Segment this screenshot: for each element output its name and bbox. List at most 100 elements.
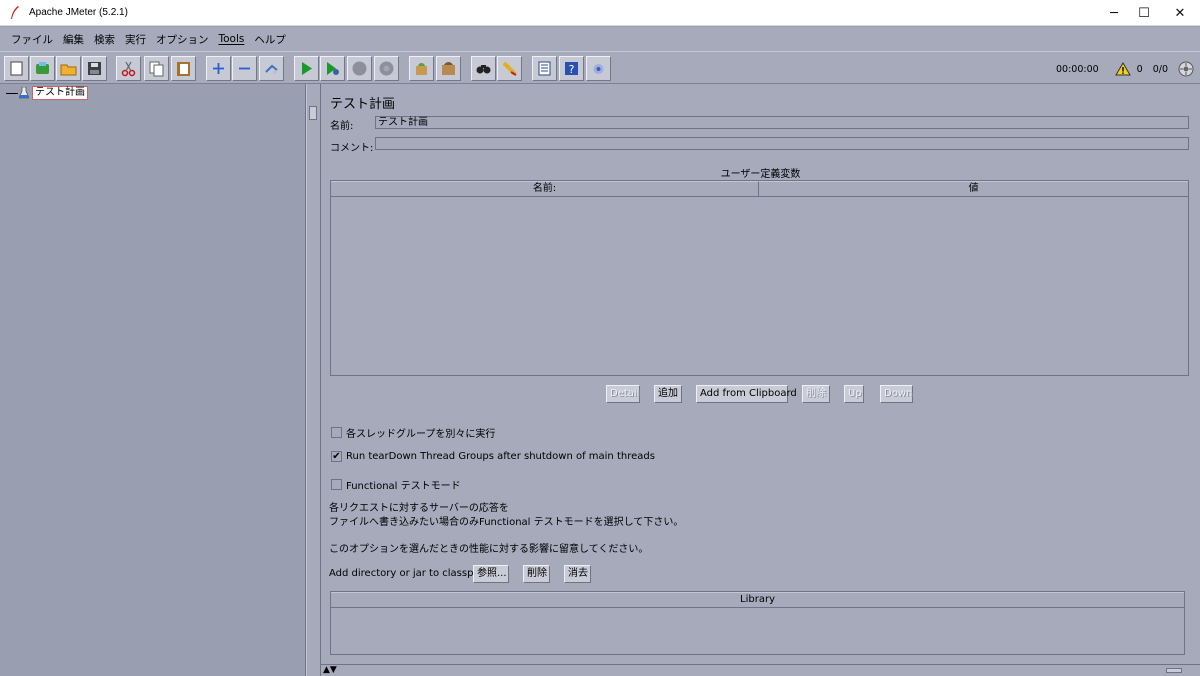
divider-grip[interactable] <box>309 106 317 120</box>
test-plan-icon <box>19 87 29 99</box>
toggle-button[interactable] <box>259 56 284 81</box>
collapse-icon <box>239 67 250 70</box>
test-plan-tree[interactable]: テスト計画 <box>0 84 306 676</box>
start-no-pause-button[interactable] <box>320 56 345 81</box>
functional-mode-option[interactable]: Functional テストモード <box>331 477 461 492</box>
functional-note-line-2: ファイルへ書き込みたい場合のみFunctional テストモードを選択して下さい… <box>329 517 684 528</box>
shutdown-icon <box>379 61 394 76</box>
panel-title: テスト計画 <box>330 97 396 112</box>
functional-note-line-1: 各リクエストに対するサーバーの応答を <box>329 503 509 514</box>
save-button[interactable] <box>82 56 107 81</box>
collapse-all-button[interactable] <box>232 56 257 81</box>
copy-icon <box>149 61 164 77</box>
remote-button[interactable] <box>586 56 611 81</box>
comment-input[interactable] <box>375 137 1189 150</box>
maximize-button[interactable]: ☐ <box>1124 0 1164 26</box>
toggle-icon <box>265 64 278 74</box>
run-groups-consecutively-checkbox[interactable] <box>331 427 342 438</box>
user-variables-table[interactable]: 名前: 値 <box>330 180 1189 376</box>
functional-mode-label: Functional テストモード <box>346 481 461 492</box>
reset-search-button[interactable] <box>497 56 522 81</box>
panel-scrollbar[interactable]: ▲▼ <box>321 664 1200 676</box>
library-table-header: Library <box>331 592 1184 608</box>
clear-all-button[interactable] <box>436 56 461 81</box>
templates-icon <box>36 62 49 74</box>
cut-button[interactable] <box>116 56 141 81</box>
teardown-after-shutdown-option[interactable]: ✔ Run tearDown Thread Groups after shutd… <box>331 451 655 462</box>
expand-all-button[interactable] <box>206 56 231 81</box>
search-button[interactable] <box>471 56 496 81</box>
open-button[interactable] <box>56 56 81 81</box>
help-button[interactable]: ? <box>559 56 584 81</box>
functional-note-line-3: このオプションを選んだときの性能に対する影響に留意してください。 <box>329 544 649 555</box>
classpath-clear-button[interactable]: 消去 <box>564 565 591 583</box>
clear-all-icon <box>442 62 455 75</box>
paste-icon <box>177 62 190 76</box>
scroll-thumb[interactable] <box>1166 668 1182 673</box>
user-variables-title: ユーザー定義変数 <box>720 169 801 180</box>
menu-run[interactable]: 実行 <box>120 32 151 47</box>
start-no-pause-icon <box>327 62 339 75</box>
cut-icon <box>121 61 136 77</box>
down-button[interactable]: Down <box>880 385 913 403</box>
comment-label: コメント: <box>330 143 374 154</box>
menu-search[interactable]: 検索 <box>89 32 120 47</box>
remote-status-icon <box>1178 61 1194 77</box>
title-bar: Apache JMeter (5.2.1) ─ ☐ ✕ <box>0 0 1200 26</box>
remote-icon <box>593 64 604 74</box>
help-icon: ? <box>565 62 578 76</box>
column-header-library[interactable]: Library <box>331 592 1184 607</box>
column-header-name[interactable]: 名前: <box>331 181 759 196</box>
test-plan-panel: テスト計画 名前: テスト計画 コメント: ユーザー定義変数 名前: 値 Det… <box>321 84 1200 676</box>
status-area: 00:00:00 0 0/0 <box>1056 59 1194 79</box>
split-pane-divider[interactable] <box>306 84 321 676</box>
column-header-value[interactable]: 値 <box>759 181 1188 196</box>
menu-tools[interactable]: Tools <box>214 33 250 45</box>
new-button[interactable] <box>4 56 29 81</box>
warning-icon[interactable] <box>1114 62 1131 76</box>
menu-options[interactable]: オプション <box>151 32 214 47</box>
menu-help[interactable]: ヘルプ <box>249 32 291 47</box>
menu-edit[interactable]: 編集 <box>58 32 89 47</box>
copy-button[interactable] <box>144 56 169 81</box>
add-from-clipboard-button[interactable]: Add from Clipboard <box>696 385 797 403</box>
save-icon <box>88 62 101 75</box>
scroll-arrows-icon[interactable]: ▲▼ <box>323 666 337 675</box>
close-button[interactable]: ✕ <box>1160 0 1200 26</box>
shutdown-button[interactable] <box>374 56 399 81</box>
search-icon <box>476 65 491 74</box>
toolbar: ? 00:00:00 0 0/0 <box>0 51 1200 84</box>
start-icon <box>302 62 312 75</box>
name-input[interactable]: テスト計画 <box>375 116 1189 129</box>
elapsed-time: 00:00:00 <box>1055 63 1099 75</box>
stop-button[interactable] <box>347 56 372 81</box>
up-button[interactable]: Up <box>844 385 864 403</box>
stop-icon <box>352 61 367 76</box>
menu-file[interactable]: ファイル <box>6 32 58 47</box>
paste-button[interactable] <box>171 56 196 81</box>
window-title: Apache JMeter (5.2.1) <box>29 7 128 18</box>
templates-button[interactable] <box>30 56 55 81</box>
browse-button[interactable]: 参照... <box>473 565 509 583</box>
clear-button[interactable] <box>409 56 434 81</box>
run-groups-consecutively-option[interactable]: 各スレッドグループを別々に実行 <box>331 425 495 440</box>
functional-mode-checkbox[interactable] <box>331 479 342 490</box>
delete-button[interactable]: 削除 <box>802 385 830 403</box>
active-threads: 0/0 <box>1152 63 1168 75</box>
open-icon <box>60 64 77 76</box>
tree-node-label[interactable]: テスト計画 <box>32 86 88 100</box>
tree-connector <box>6 92 18 94</box>
run-groups-consecutively-label: 各スレッドグループを別々に実行 <box>346 429 496 440</box>
function-helper-button[interactable] <box>532 56 557 81</box>
classpath-delete-button[interactable]: 削除 <box>523 565 550 583</box>
start-button[interactable] <box>294 56 319 81</box>
classpath-label: Add directory or jar to classpath <box>329 568 490 579</box>
teardown-after-shutdown-checkbox[interactable]: ✔ <box>331 451 342 462</box>
tree-node-test-plan[interactable]: テスト計画 <box>6 86 88 100</box>
function-helper-icon <box>538 61 551 76</box>
detail-button[interactable]: Detail <box>606 385 640 403</box>
add-button[interactable]: 追加 <box>654 385 682 403</box>
reset-search-icon <box>502 61 517 76</box>
library-table[interactable]: Library <box>330 591 1185 655</box>
new-icon <box>10 61 23 76</box>
